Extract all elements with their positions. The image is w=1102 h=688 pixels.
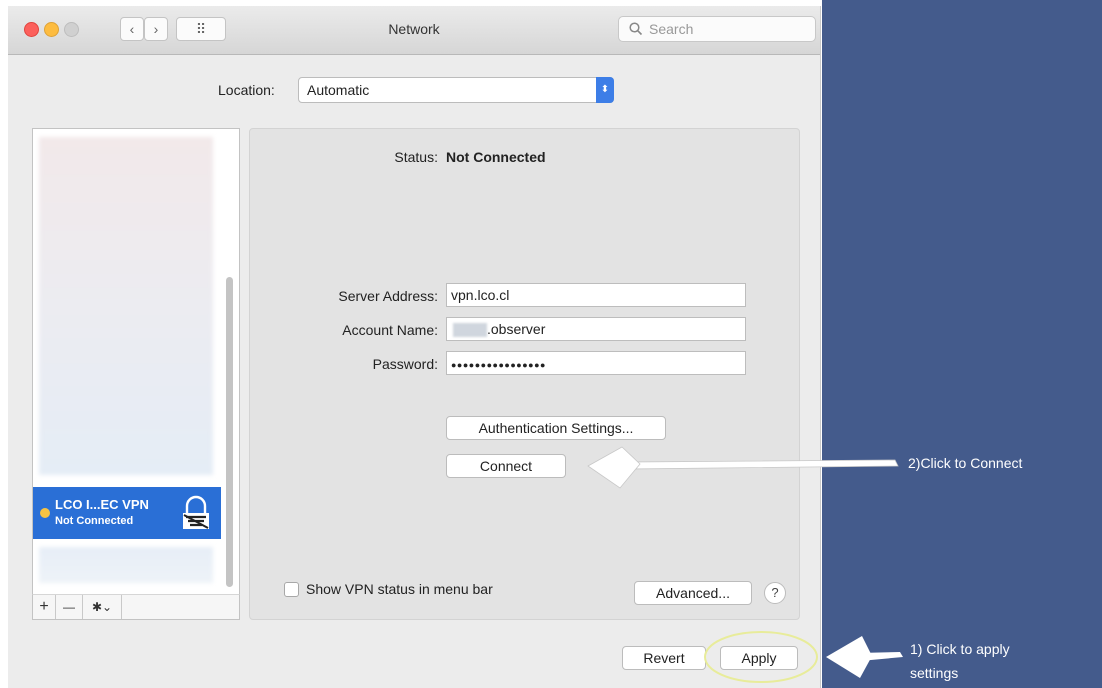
service-list-scrollbar[interactable] xyxy=(226,277,233,587)
account-name-input[interactable]: .observer xyxy=(446,317,746,341)
location-value: Automatic xyxy=(307,82,370,98)
help-button[interactable]: ? xyxy=(764,582,786,604)
authentication-settings-button[interactable]: Authentication Settings... xyxy=(446,416,666,440)
account-name-value: .observer xyxy=(487,321,546,337)
location-label: Location: xyxy=(218,82,275,98)
password-label: Password: xyxy=(372,356,438,372)
connect-instruction: 2)Click to Connect xyxy=(908,455,1023,471)
password-input[interactable]: ●●●●●●●●●●●●●●●● xyxy=(446,351,746,375)
remove-service-button[interactable]: — xyxy=(56,595,83,619)
password-value: ●●●●●●●●●●●●●●●● xyxy=(451,360,546,370)
service-status: Not Connected xyxy=(55,515,134,527)
location-select[interactable]: Automatic ⬍ xyxy=(298,77,614,103)
account-name-label: Account Name: xyxy=(342,322,438,338)
blurred-service-item xyxy=(39,547,213,583)
server-address-value: vpn.lco.cl xyxy=(451,287,510,303)
plus-icon: + xyxy=(39,598,49,615)
status-value: Not Connected xyxy=(446,149,546,165)
connect-button[interactable]: Connect xyxy=(446,454,566,478)
service-list[interactable]: LCO I...EC VPN Not Connected xyxy=(32,128,240,596)
server-address-input[interactable]: vpn.lco.cl xyxy=(446,283,746,307)
show-vpn-status-label: Show VPN status in menu bar xyxy=(306,581,493,597)
window-toolbar: ‹ › ⠿ Network Search xyxy=(8,6,820,55)
service-name: LCO I...EC VPN xyxy=(55,497,149,512)
search-placeholder: Search xyxy=(649,21,694,37)
annotation-background xyxy=(822,0,1102,688)
apply-button[interactable]: Apply xyxy=(720,646,798,670)
revert-button[interactable]: Revert xyxy=(622,646,706,670)
service-action-menu[interactable]: ✱⌄ xyxy=(83,595,122,619)
chevron-updown-icon: ⬍ xyxy=(596,77,614,103)
minus-icon: — xyxy=(63,600,75,614)
service-item-lco-vpn[interactable]: LCO I...EC VPN Not Connected xyxy=(33,487,221,539)
status-label: Status: xyxy=(394,149,438,165)
apply-instruction-line1: 1) Click to apply xyxy=(910,641,1010,657)
server-address-label: Server Address: xyxy=(338,288,438,304)
search-field[interactable]: Search xyxy=(618,16,816,42)
redacted-block xyxy=(453,323,487,338)
blurred-service-list xyxy=(39,137,213,475)
show-vpn-status-checkbox[interactable] xyxy=(284,582,299,597)
add-service-button[interactable]: + xyxy=(33,595,56,619)
apply-instruction-line2: settings xyxy=(910,665,959,681)
gear-icon: ✱⌄ xyxy=(91,600,113,614)
status-dot-icon xyxy=(40,508,50,518)
advanced-button[interactable]: Advanced... xyxy=(634,581,752,605)
network-preferences-window: ‹ › ⠿ Network Search Location: Automatic… xyxy=(8,6,821,688)
vpn-detail-pane: Status: Not Connected Server Address: vp… xyxy=(249,128,800,620)
search-icon xyxy=(629,22,643,36)
vpn-lock-icon xyxy=(183,495,209,529)
service-list-toolbar: + — ✱⌄ xyxy=(32,594,240,620)
